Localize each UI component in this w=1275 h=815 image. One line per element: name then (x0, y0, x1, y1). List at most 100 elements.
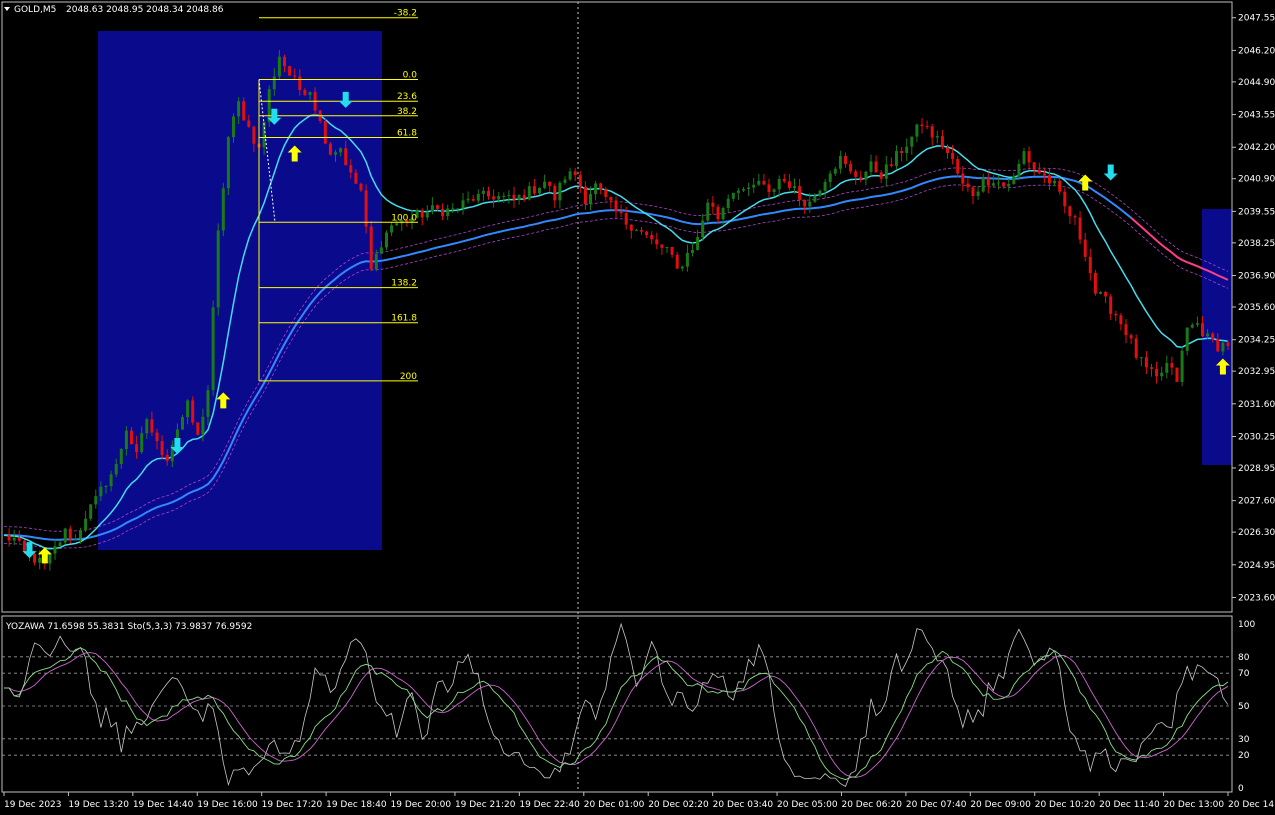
candle-body (252, 126, 256, 144)
price-tick-label: 2035.60 (1238, 303, 1275, 313)
candle-body (578, 174, 582, 187)
fib-level-label: 38.2 (397, 107, 417, 117)
candle-body (94, 496, 98, 505)
candle-body (905, 146, 909, 153)
price-tick-label: 2038.25 (1238, 239, 1275, 249)
candle-body (63, 528, 67, 543)
candle-body (104, 485, 108, 487)
candle-body (124, 430, 128, 450)
candle-body (471, 198, 475, 201)
price-chart-svg[interactable]: -38.20.023.638.261.8100.0138.2161.8200 2… (0, 0, 1275, 815)
time-tick-label: 19 Dec 2023 (4, 800, 62, 810)
oscillator-level-label: 80 (1238, 653, 1250, 663)
candle-body (1083, 239, 1087, 257)
candle-body (48, 553, 52, 564)
candle-body (721, 208, 725, 220)
candle-body (1002, 182, 1006, 187)
candle-body (752, 184, 756, 188)
candle-body (481, 190, 485, 194)
candle-body (946, 147, 949, 153)
candle-body (84, 518, 88, 531)
candle-body (844, 156, 847, 165)
candle-body (247, 120, 251, 127)
candle-body (935, 136, 939, 138)
candle-body (308, 92, 312, 95)
candle-body (1185, 327, 1189, 351)
candle-body (135, 444, 139, 453)
candle-body (645, 231, 649, 236)
candle-body (951, 152, 955, 160)
candle-body (777, 178, 781, 190)
candle-body (1119, 315, 1123, 325)
candle-body (650, 235, 654, 240)
candle-body (1134, 338, 1138, 358)
candle-body (782, 178, 786, 182)
candle-body (160, 441, 164, 455)
candle-body (711, 202, 715, 207)
time-tick-label: 20 Dec 01:00 (584, 800, 645, 810)
candle-body (492, 196, 496, 200)
candle-body (1022, 151, 1026, 164)
candle-body (1211, 333, 1215, 340)
candle-body (425, 211, 429, 218)
candle-body (670, 247, 674, 255)
candle-body (328, 143, 332, 155)
candle-body (874, 161, 878, 173)
candle-body (910, 136, 914, 147)
candle-body (512, 194, 516, 200)
candle-body (461, 200, 465, 209)
candle-body (731, 192, 735, 199)
candle-body (889, 164, 893, 166)
time-tick-label: 19 Dec 21:20 (455, 800, 516, 810)
candle-body (869, 161, 873, 172)
candle-body (1027, 151, 1031, 163)
oscillator-level-label: 0 (1238, 784, 1244, 794)
candle-body (206, 390, 210, 417)
candle-body (527, 186, 531, 200)
session-box-right (1202, 209, 1232, 465)
candle-body (379, 247, 383, 254)
candle-body (334, 152, 337, 155)
candle-body (1104, 292, 1108, 297)
candle-body (1012, 176, 1016, 184)
candle-body (283, 56, 286, 67)
candle-body (991, 183, 995, 186)
candle-body (369, 226, 373, 270)
candle-body (823, 181, 827, 191)
price-tick-label: 2036.90 (1238, 272, 1275, 282)
candle-body (716, 206, 720, 220)
candle-body (517, 195, 521, 200)
candle-body (232, 116, 235, 138)
candle-body (145, 419, 149, 434)
candle-body (563, 179, 567, 183)
fib-level-label: 61.8 (397, 129, 417, 139)
candle-body (757, 180, 761, 185)
candle-body (568, 171, 572, 180)
candle-body (1042, 173, 1046, 176)
fib-level-label: 100.0 (391, 213, 417, 223)
candle-body (226, 137, 230, 189)
candle-body (680, 266, 684, 269)
candle-body (466, 198, 470, 201)
candle-body (1114, 313, 1118, 316)
candle-body (558, 182, 562, 201)
candle-body (634, 230, 638, 232)
candle-body (1048, 175, 1051, 184)
fib-level-label: 138.2 (391, 279, 417, 289)
candle-body (436, 205, 439, 209)
candle-body (940, 136, 944, 148)
candle-body (344, 148, 348, 166)
candle-body (665, 247, 669, 249)
candle-body (1155, 368, 1159, 377)
candle-body (201, 416, 205, 435)
candle-body (1037, 169, 1041, 174)
time-tick-label: 19 Dec 13:20 (68, 800, 129, 810)
candle-body (441, 208, 445, 217)
candle-body (186, 400, 190, 418)
candle-body (1093, 273, 1097, 294)
price-tick-label: 2043.55 (1238, 111, 1275, 121)
candle-body (456, 208, 460, 210)
candle-body (736, 190, 740, 193)
time-tick-label: 19 Dec 16:00 (197, 800, 258, 810)
candle-body (1058, 180, 1062, 192)
